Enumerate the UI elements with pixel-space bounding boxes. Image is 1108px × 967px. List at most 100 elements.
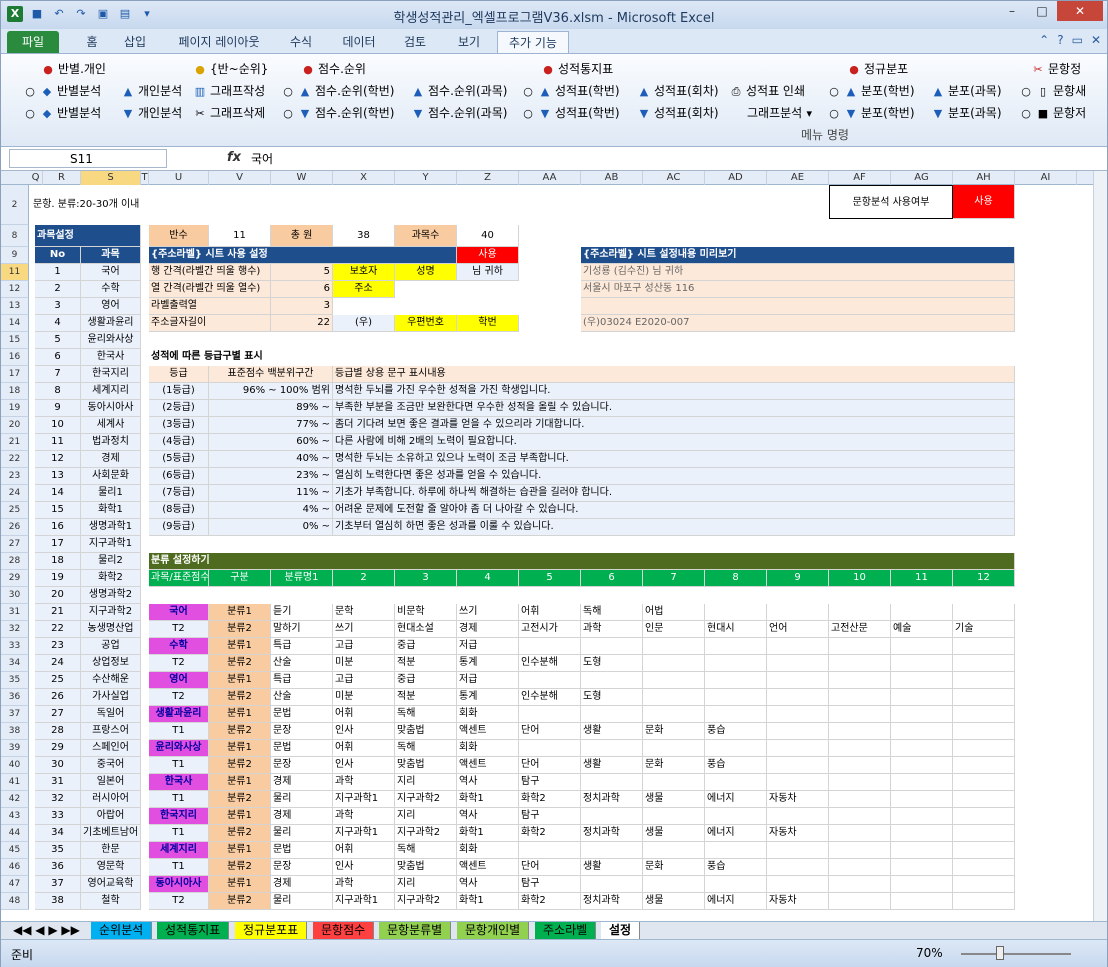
label-field[interactable]: 주소 (333, 281, 395, 298)
class-subject[interactable]: T1 (149, 791, 209, 808)
class-value[interactable]: 역사 (457, 876, 519, 893)
grade-level[interactable]: (2등급) (149, 400, 209, 417)
subject-no[interactable]: 2 (35, 281, 81, 298)
collapse-ribbon-icon[interactable]: ⌃ (1039, 33, 1049, 47)
btn-score-rank-id-2[interactable]: ○ ▼ 점수.순위(학번) (281, 104, 394, 121)
class-value[interactable]: 문장 (271, 757, 333, 774)
class-value[interactable]: 예술 (891, 621, 953, 638)
class-value[interactable]: 문법 (271, 740, 333, 757)
subject-name[interactable]: 농생명산업 (81, 621, 141, 638)
class-value[interactable]: 인사 (333, 859, 395, 876)
class-value[interactable]: 인사 (333, 723, 395, 740)
label-field[interactable]: 보호자 (333, 264, 395, 281)
class-value[interactable] (829, 723, 891, 740)
class-value[interactable] (829, 808, 891, 825)
subject-no[interactable]: 19 (35, 570, 81, 587)
class-value[interactable]: 적분 (395, 655, 457, 672)
close-workbook-icon[interactable]: ✕ (1091, 33, 1101, 47)
class-value[interactable]: 산술 (271, 655, 333, 672)
row-header[interactable]: 13 (1, 298, 29, 315)
class-value[interactable]: 특급 (271, 638, 333, 655)
class-value[interactable] (953, 808, 1015, 825)
class-value[interactable]: 지구과학2 (395, 893, 457, 910)
class-value[interactable] (953, 740, 1015, 757)
preview-line[interactable] (581, 298, 1015, 315)
class-value[interactable]: 과학 (333, 774, 395, 791)
subject-name[interactable]: 공업 (81, 638, 141, 655)
class-header[interactable]: 분류명1 (271, 570, 333, 587)
row-header[interactable]: 35 (1, 672, 29, 689)
class-value[interactable] (953, 604, 1015, 621)
class-value[interactable] (891, 842, 953, 859)
subject-name[interactable]: 스페인어 (81, 740, 141, 757)
grade-text[interactable]: 다른 사람에 비해 2배의 노력이 필요합니다. (333, 434, 1015, 451)
subject-name[interactable]: 법과정치 (81, 434, 141, 451)
grade-level[interactable]: (6등급) (149, 468, 209, 485)
sheet-tab[interactable]: 성적통지표 (157, 922, 230, 939)
class-value[interactable]: 자동차 (767, 791, 829, 808)
class-value[interactable]: 독해 (395, 740, 457, 757)
class-value[interactable]: 단어 (519, 723, 581, 740)
tab-addins[interactable]: 추가 기능 (497, 31, 569, 53)
btn-dist-id-2[interactable]: ○ ▼ 분포(학번) (827, 104, 914, 121)
subject-no[interactable]: 8 (35, 383, 81, 400)
class-value[interactable] (767, 604, 829, 621)
grade-text[interactable]: 열심히 노력한다면 좋은 성과를 얻을 수 있습니다. (333, 468, 1015, 485)
fx-icon[interactable]: fx (227, 150, 241, 165)
btn-report-id-2[interactable]: ○ ▼ 성적표(학번) (521, 104, 619, 121)
class-header[interactable]: 8 (705, 570, 767, 587)
class-value[interactable]: 액센트 (457, 723, 519, 740)
subject-name[interactable]: 수학 (81, 281, 141, 298)
subject-no[interactable]: 13 (35, 468, 81, 485)
class-value[interactable]: 회화 (457, 706, 519, 723)
class-value[interactable]: 생물 (643, 791, 705, 808)
class-value[interactable] (953, 893, 1015, 910)
class-type[interactable]: 분류2 (209, 757, 271, 774)
class-value[interactable] (767, 876, 829, 893)
class-value[interactable]: 어법 (643, 604, 705, 621)
class-value[interactable] (767, 757, 829, 774)
subject-no[interactable]: 27 (35, 706, 81, 723)
class-subject[interactable]: T2 (149, 621, 209, 638)
grade-range[interactable]: 96% ~ 100% 범위 (209, 383, 333, 400)
class-value[interactable]: 통계 (457, 689, 519, 706)
tab-page-layout[interactable]: 페이지 레이아웃 (169, 31, 269, 53)
class-value[interactable]: 미분 (333, 655, 395, 672)
subject-name[interactable]: 한국지리 (81, 366, 141, 383)
class-value[interactable] (767, 689, 829, 706)
row-header[interactable]: 33 (1, 638, 29, 655)
btn-dist-id[interactable]: ○ ▲ 분포(학번) (827, 82, 914, 99)
class-value[interactable] (519, 706, 581, 723)
subject-name[interactable]: 세계지리 (81, 383, 141, 400)
class-value[interactable] (829, 757, 891, 774)
subject-name[interactable]: 상업정보 (81, 655, 141, 672)
subject-no[interactable]: 7 (35, 366, 81, 383)
btn-score-rank-id[interactable]: ○ ▲ 점수.순위(학번) (281, 82, 394, 99)
class-value[interactable] (829, 859, 891, 876)
column-header[interactable]: Y (395, 171, 457, 185)
subject-no[interactable]: 5 (35, 332, 81, 349)
subject-name[interactable]: 철학 (81, 893, 141, 910)
class-type[interactable]: 분류1 (209, 740, 271, 757)
subjcnt-label[interactable]: 과목수 (395, 225, 457, 247)
class-header[interactable]: 구분 (209, 570, 271, 587)
row-header[interactable]: 34 (1, 655, 29, 672)
grade-section-title[interactable]: 성적에 따른 등급구별 표시 (149, 349, 449, 366)
class-type[interactable]: 분류2 (209, 791, 271, 808)
row-header[interactable]: 43 (1, 808, 29, 825)
subject-no[interactable]: 35 (35, 842, 81, 859)
column-header[interactable]: S (81, 171, 141, 185)
sheet-nav-icon[interactable]: ◀◀ ◀ ▶ ▶▶ (5, 922, 88, 939)
class-type[interactable]: 분류2 (209, 655, 271, 672)
btn-item-new[interactable]: ○ ▯ 문항새 (1019, 82, 1086, 99)
class-value[interactable] (829, 706, 891, 723)
label-use-value[interactable]: 사용 (457, 247, 519, 264)
class-subject[interactable]: 수학 (149, 638, 209, 655)
label-field[interactable]: (우) (333, 315, 395, 332)
btn-graph-make[interactable]: ▥ 그래프작성 (193, 82, 265, 99)
class-value[interactable] (767, 808, 829, 825)
class-type[interactable]: 분류2 (209, 723, 271, 740)
label-field[interactable]: 우편번호 (395, 315, 457, 332)
class-value[interactable] (829, 893, 891, 910)
class-value[interactable]: 말하기 (271, 621, 333, 638)
